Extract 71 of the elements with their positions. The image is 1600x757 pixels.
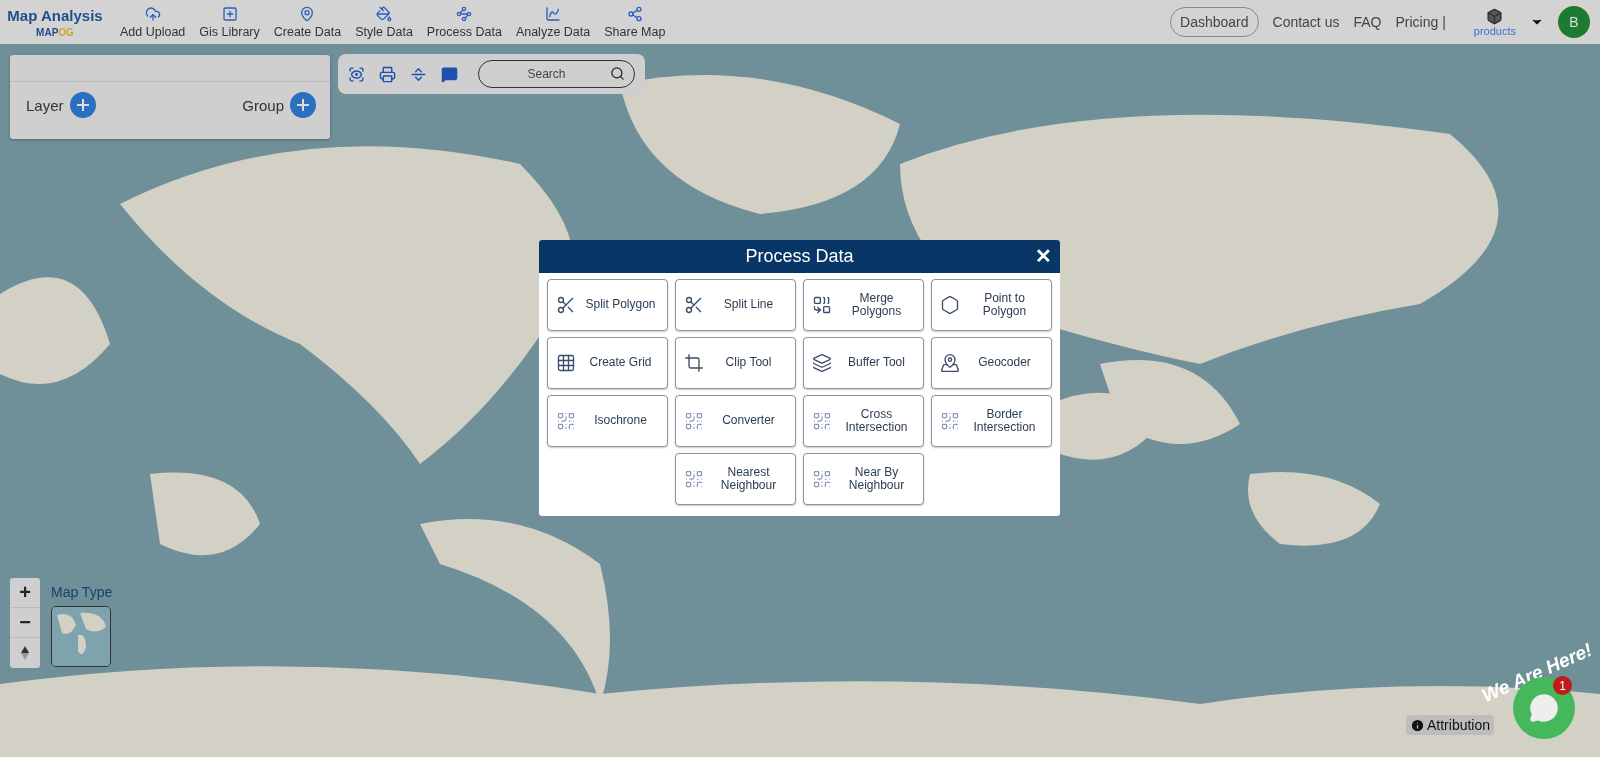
avatar[interactable]: B (1558, 6, 1590, 38)
tool-button[interactable]: Split Polygon (547, 279, 668, 331)
crop-icon (684, 353, 704, 373)
header-link[interactable]: Pricing | (1395, 14, 1446, 30)
grid-icon (556, 353, 576, 373)
tool-button[interactable]: Split Line (675, 279, 796, 331)
layers-icon (812, 353, 832, 373)
app-title: Map Analysis (7, 6, 103, 24)
cloud-upload-icon (144, 5, 161, 22)
zoom-in-button[interactable]: + (10, 578, 40, 608)
map-pin-icon (940, 353, 960, 373)
logo: MAPOG (36, 26, 74, 38)
waypoints-icon (456, 5, 473, 22)
search-field[interactable]: Search (478, 60, 635, 88)
comment-icon[interactable] (441, 65, 458, 83)
nav-item[interactable]: Analyze Data (515, 5, 591, 39)
dialog-title: Process Data (745, 246, 854, 267)
print-icon[interactable] (379, 65, 396, 83)
group-label: Group (242, 96, 284, 114)
add-layer-button[interactable] (69, 92, 96, 118)
tool-button[interactable]: Isochrone (547, 395, 668, 447)
tool-button[interactable]: Nearest Neighbour (675, 453, 796, 505)
square-plus-icon (221, 5, 238, 22)
layer-label: Layer (26, 96, 64, 114)
scissors-icon (556, 295, 576, 315)
nav-item[interactable]: Create Data (273, 5, 342, 39)
tool-button[interactable]: Buffer Tool (803, 337, 924, 389)
focus-icon[interactable] (348, 65, 365, 83)
paint-bucket-icon (376, 5, 392, 22)
chart-icon (545, 5, 562, 22)
plus-icon (296, 98, 310, 112)
qr-pattern-icon (940, 411, 960, 431)
close-button[interactable]: ✕ (1033, 244, 1054, 268)
tool-button[interactable]: Cross Intersection (803, 395, 924, 447)
polygon-icon (940, 295, 960, 315)
attribution-button[interactable]: Attribution (1406, 715, 1495, 735)
nav-item[interactable]: Share Map (604, 5, 666, 39)
qr-pattern-icon (684, 411, 704, 431)
qr-pattern-icon (556, 411, 576, 431)
dashboard-button[interactable]: Dashboard (1170, 7, 1259, 37)
share-icon (626, 5, 643, 22)
map-pin-icon (299, 5, 316, 22)
chat-bubble-icon (1529, 693, 1559, 723)
nav-item[interactable]: Process Data (426, 5, 502, 39)
add-group-button[interactable] (290, 92, 316, 118)
qr-pattern-icon (812, 411, 832, 431)
tool-button[interactable]: Create Grid (547, 337, 668, 389)
qr-pattern-icon (812, 469, 832, 489)
tool-button[interactable]: Converter (675, 395, 796, 447)
tool-button[interactable]: Geocoder (931, 337, 1052, 389)
split-icon[interactable] (410, 65, 427, 83)
header-link[interactable]: FAQ (1353, 14, 1382, 30)
map-type-label: Map Type (51, 584, 113, 600)
tool-button[interactable]: Clip Tool (675, 337, 796, 389)
tool-button[interactable]: Near By Neighbour (803, 453, 924, 505)
search-icon (610, 66, 625, 81)
nav-item[interactable]: Style Data (355, 5, 413, 39)
cube-icon (1486, 7, 1504, 25)
zoom-out-button[interactable]: − (10, 608, 40, 638)
scissors-icon (684, 295, 704, 315)
plus-icon (75, 98, 90, 112)
tool-button[interactable]: Border Intersection (931, 395, 1052, 447)
header-link[interactable]: Contact us (1272, 14, 1340, 30)
qr-pattern-icon (684, 469, 704, 489)
nav-item[interactable]: Add Upload (120, 5, 186, 39)
info-icon (1410, 717, 1425, 733)
tool-button[interactable]: Point to Polygon (931, 279, 1052, 331)
merge-icon (812, 295, 832, 315)
compass-icon (20, 645, 30, 661)
tool-button[interactable]: Merge Polygons (803, 279, 924, 331)
nav-item[interactable]: Gis Library (199, 5, 260, 39)
